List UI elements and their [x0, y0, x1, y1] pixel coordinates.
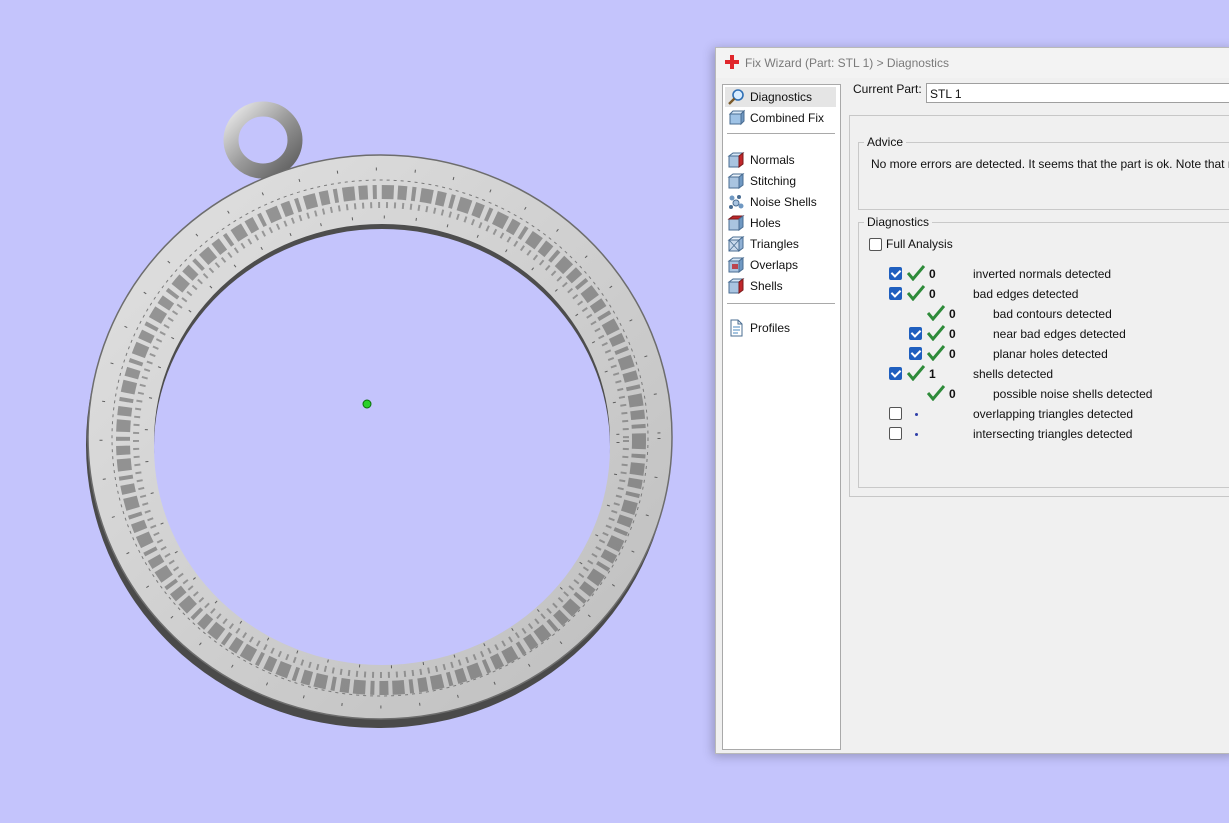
inverted-normals-checkbox[interactable]: [889, 267, 902, 280]
inverted-normals-count: 0: [929, 267, 936, 281]
overlapping-triangles-label: overlapping triangles detected: [973, 407, 1134, 421]
shells-checkbox[interactable]: [889, 367, 902, 380]
overlapping-triangles-checkbox[interactable]: [889, 407, 902, 420]
ok-check-icon: [927, 385, 945, 401]
near-bad-edges-label: near bad edges detected: [993, 327, 1126, 341]
intersecting-triangles-label: intersecting triangles detected: [973, 427, 1133, 441]
nav-item-holes[interactable]: Holes: [725, 213, 836, 233]
bad-contours-label: bad contours detected: [993, 307, 1112, 321]
planar-holes-count: 0: [949, 347, 956, 361]
nav-item-overlaps[interactable]: Overlaps: [725, 255, 836, 275]
nav-item-normals[interactable]: Normals: [725, 150, 836, 170]
ok-check-icon: [927, 345, 945, 361]
bail-loop-top: [223, 101, 303, 179]
diagnostics-panel: Advice No more errors are detected. It s…: [849, 115, 1229, 497]
ok-check-icon: [907, 285, 925, 301]
bad-edges-checkbox[interactable]: [889, 287, 902, 300]
bad-edges-count: 0: [929, 287, 936, 301]
noise-shells-label: possible noise shells detected: [993, 387, 1153, 401]
stitching-cube-icon: [727, 173, 745, 189]
nav-item-label: Profiles: [750, 321, 791, 335]
nav-item-label: Overlaps: [750, 258, 799, 272]
title-bar[interactable]: Fix Wizard (Part: STL 1) > Diagnostics: [716, 48, 1229, 78]
near-bad-edges-checkbox[interactable]: [909, 327, 922, 340]
ok-check-icon: [927, 325, 945, 341]
nav-item-noise-shells[interactable]: Noise Shells: [725, 192, 836, 212]
triangles-cube-icon: [727, 236, 745, 252]
planar-holes-label: planar holes detected: [993, 347, 1108, 361]
noise-shells-icon: [729, 195, 744, 209]
planar-holes-checkbox[interactable]: [909, 347, 922, 360]
normals-cube-icon: [727, 152, 745, 168]
near-bad-edges-count: 0: [949, 327, 956, 341]
intersecting-triangles-checkbox[interactable]: [889, 427, 902, 440]
nav-item-label: Noise Shells: [750, 195, 817, 209]
overlaps-cube-icon: [727, 257, 745, 273]
pending-dot-icon: [915, 433, 918, 436]
inverted-normals-label: inverted normals detected: [973, 267, 1112, 281]
full-analysis-checkbox[interactable]: [869, 238, 882, 251]
holes-cube-icon: [727, 215, 745, 231]
nav-separator: [727, 303, 835, 304]
nav-item-label: Normals: [750, 153, 795, 167]
document-icon: [730, 319, 743, 337]
nav-item-shells[interactable]: Shells: [725, 276, 836, 296]
nav-item-triangles[interactable]: Triangles: [725, 234, 836, 254]
diagnostics-title: Diagnostics: [864, 215, 933, 229]
fix-wizard-window: Fix Wizard (Part: STL 1) > Diagnostics D…: [715, 47, 1229, 754]
nav-item-label: Stitching: [750, 174, 797, 188]
bad-edges-label: bad edges detected: [973, 287, 1079, 301]
noise-shells-count: 0: [949, 387, 956, 401]
shells-label: shells detected: [973, 367, 1054, 381]
nav-item-label: Combined Fix: [750, 111, 825, 125]
advice-title: Advice: [864, 135, 907, 149]
nav-item-label: Triangles: [750, 237, 799, 251]
rotation-center-marker: [362, 399, 372, 409]
3d-viewport[interactable]: [0, 0, 715, 823]
bad-contours-count: 0: [949, 307, 956, 321]
nav-item-label: Holes: [750, 216, 781, 230]
combined-fix-icon: [728, 109, 745, 126]
window-title: Fix Wizard (Part: STL 1) > Diagnostics: [745, 56, 949, 70]
pendant-model: [86, 101, 673, 728]
nav-separator: [727, 133, 835, 134]
magnifier-icon: [728, 89, 744, 105]
pending-dot-icon: [915, 413, 918, 416]
shells-cube-icon: [727, 278, 745, 294]
advice-group: Advice No more errors are detected. It s…: [858, 135, 1229, 210]
ok-check-icon: [927, 305, 945, 321]
ok-check-icon: [907, 365, 925, 381]
full-analysis-label: Full Analysis: [886, 237, 953, 251]
nav-item-label: Shells: [750, 279, 783, 293]
current-part-field[interactable]: STL 1: [926, 83, 1229, 103]
diagnostics-group: Diagnostics Full Analysis 0 inverted nor…: [858, 215, 1229, 488]
wizard-nav-list: Diagnostics Combined Fix Normals Stitchi…: [722, 84, 841, 750]
current-part-label: Current Part:: [853, 82, 922, 96]
nav-item-combined-fix[interactable]: Combined Fix: [725, 108, 836, 128]
advice-text: No more errors are detected. It seems th…: [871, 157, 1229, 171]
app-cross-icon: [725, 55, 739, 69]
ok-check-icon: [907, 265, 925, 281]
nav-item-profiles[interactable]: Profiles: [725, 318, 836, 338]
shells-count: 1: [929, 367, 936, 381]
nav-item-diagnostics[interactable]: Diagnostics: [725, 87, 836, 107]
nav-item-label: Diagnostics: [750, 90, 813, 104]
ring-hole: [154, 229, 610, 665]
nav-item-stitching[interactable]: Stitching: [725, 171, 836, 191]
